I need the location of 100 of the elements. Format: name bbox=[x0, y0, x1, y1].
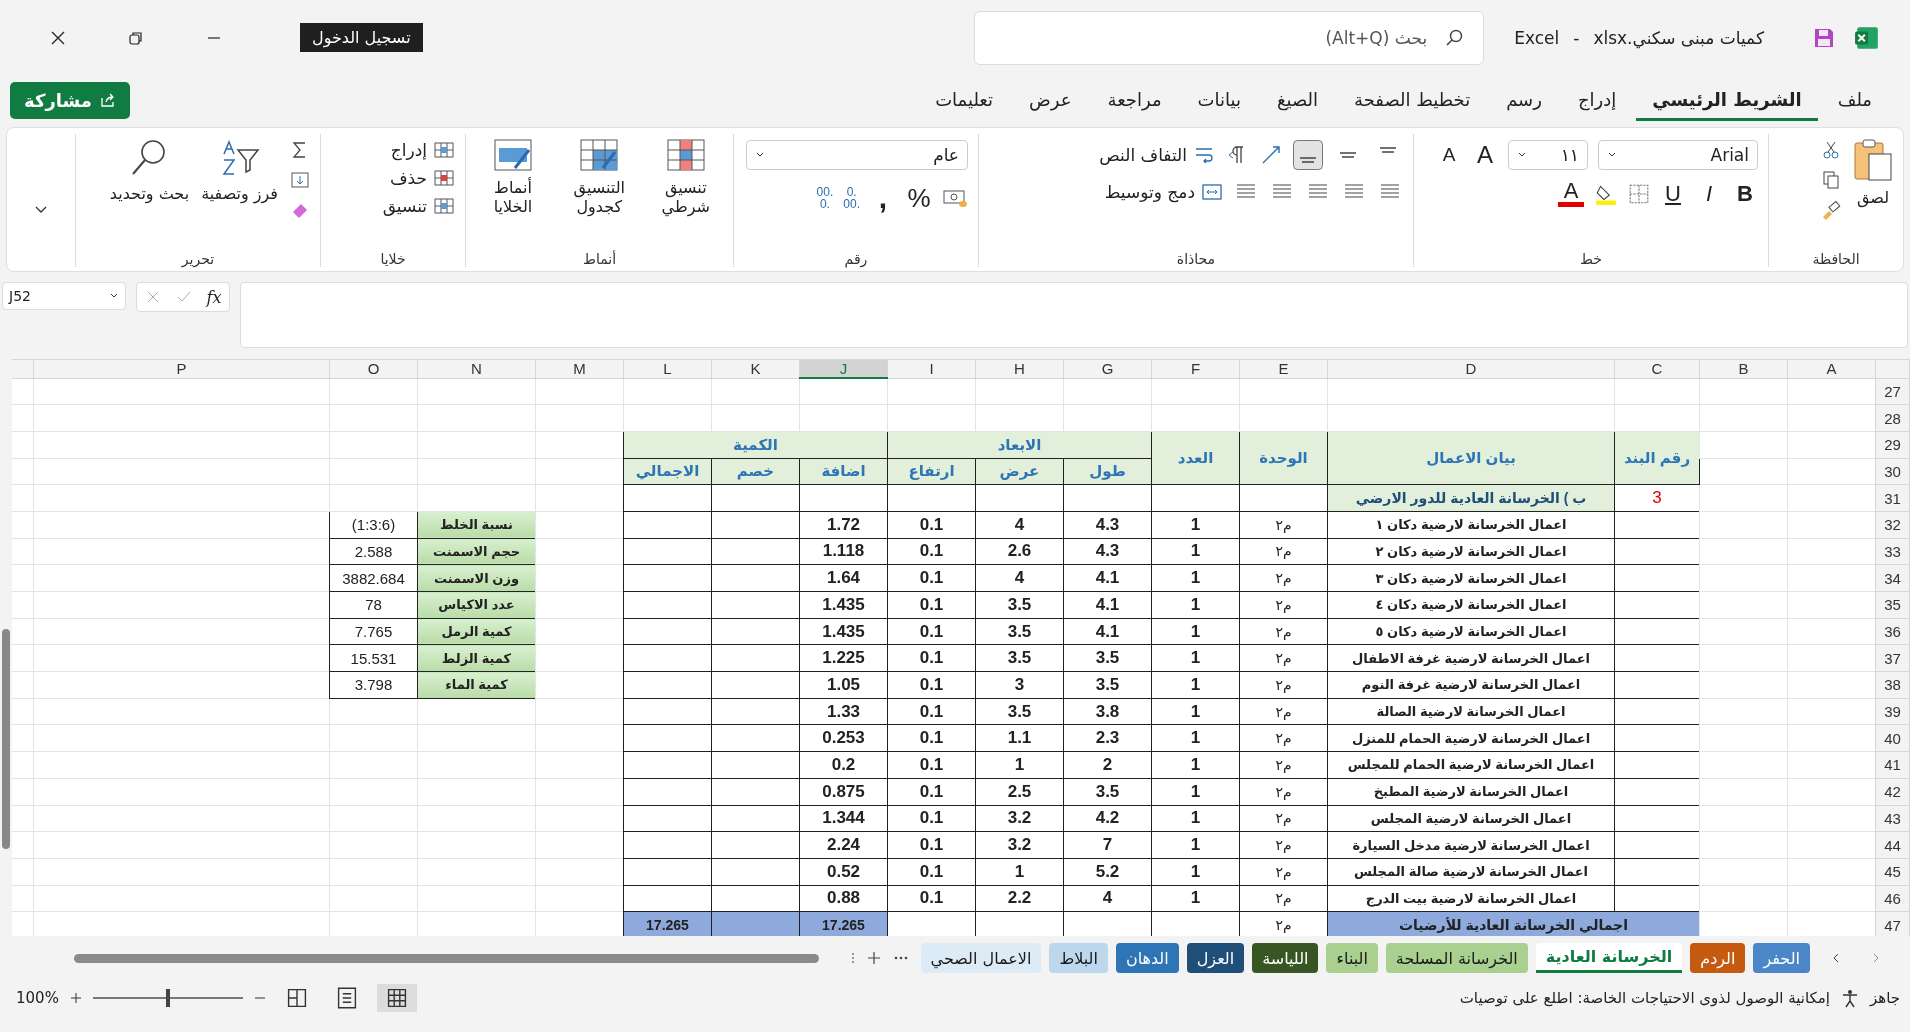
borders-icon[interactable] bbox=[1628, 182, 1650, 205]
row-number[interactable]: 29 bbox=[1875, 431, 1910, 459]
paste-button[interactable]: لصق bbox=[1853, 134, 1893, 208]
font-color-button[interactable]: A bbox=[1558, 180, 1584, 207]
sheet-tab[interactable]: الحفر bbox=[1753, 943, 1810, 973]
font-size-field[interactable]: ١١ bbox=[1508, 140, 1588, 170]
scroll-thumb[interactable] bbox=[74, 954, 819, 963]
column-header[interactable]: P bbox=[33, 359, 330, 378]
conditional-formatting-button[interactable]: تنسيق شرطي bbox=[648, 134, 723, 217]
underline-button[interactable]: U bbox=[1660, 180, 1686, 207]
ribbon-tab[interactable]: ملف bbox=[1821, 79, 1888, 121]
sign-in-button[interactable]: تسجيل الدخول bbox=[300, 23, 423, 52]
scissors-icon[interactable] bbox=[1821, 140, 1841, 160]
comma-style-button[interactable]: , bbox=[870, 180, 896, 216]
increase-decimal-button[interactable]: .0 .00 bbox=[843, 186, 860, 210]
grow-font-button[interactable]: A bbox=[1472, 141, 1498, 169]
paintbrush-icon[interactable] bbox=[1821, 200, 1841, 220]
column-header[interactable]: O bbox=[329, 359, 418, 378]
more-icon[interactable] bbox=[892, 955, 909, 961]
zoom-in-icon[interactable] bbox=[68, 991, 83, 1005]
column-header[interactable]: D bbox=[1327, 359, 1615, 378]
format-button[interactable]: تنسيق bbox=[382, 196, 455, 216]
close-icon[interactable] bbox=[50, 29, 66, 46]
sheet-tab[interactable]: الاعمال الصحي bbox=[920, 943, 1042, 973]
row-number[interactable]: 27 bbox=[1875, 378, 1910, 405]
row-number[interactable]: 30 bbox=[1875, 458, 1910, 485]
percent-button[interactable]: % bbox=[906, 182, 932, 214]
decrease-decimal-button[interactable]: .00 .0 bbox=[816, 186, 834, 210]
column-header[interactable]: I bbox=[887, 359, 976, 378]
ribbon-tab[interactable]: بيانات bbox=[1181, 79, 1257, 121]
search-field[interactable]: بحث (Alt+Q) bbox=[974, 10, 1485, 65]
row-number[interactable]: 32 bbox=[1875, 511, 1910, 539]
row-number[interactable]: 47 bbox=[1875, 911, 1910, 936]
copy-icon[interactable] bbox=[1821, 170, 1841, 190]
column-header[interactable]: E bbox=[1239, 359, 1328, 378]
row-number[interactable]: 28 bbox=[1875, 404, 1910, 432]
row-number[interactable]: 40 bbox=[1875, 724, 1910, 752]
merge-center-button[interactable]: دمج وتوسيط bbox=[1104, 181, 1223, 203]
splitter-icon[interactable] bbox=[850, 951, 855, 965]
name-box[interactable]: J52 bbox=[2, 282, 126, 310]
italic-button[interactable]: I bbox=[1696, 180, 1722, 207]
column-header[interactable]: M bbox=[535, 359, 624, 378]
add-sheet-icon[interactable] bbox=[866, 951, 881, 965]
bold-button[interactable]: B bbox=[1732, 180, 1758, 207]
ribbon-tab[interactable]: الشريط الرئيسي bbox=[1636, 79, 1818, 121]
zoom-level[interactable]: 100% bbox=[16, 989, 59, 1007]
sheet-tab[interactable]: الخرسانة المسلحة bbox=[1385, 943, 1528, 973]
column-header[interactable]: N bbox=[417, 359, 536, 378]
ribbon-tab[interactable]: الصيغ bbox=[1260, 79, 1335, 121]
fill-down-icon[interactable] bbox=[290, 170, 310, 190]
row-number[interactable]: 46 bbox=[1875, 885, 1910, 912]
shrink-font-button[interactable]: A bbox=[1436, 144, 1462, 166]
normal-view-icon[interactable] bbox=[376, 984, 417, 1012]
column-header[interactable]: G bbox=[1063, 359, 1152, 378]
slider-thumb[interactable] bbox=[165, 989, 170, 1007]
ribbon-tab[interactable]: رسم bbox=[1490, 79, 1558, 121]
row-number[interactable]: 39 bbox=[1875, 698, 1910, 725]
column-header[interactable]: J bbox=[799, 359, 888, 378]
sheet-tab[interactable]: البلاط bbox=[1049, 943, 1108, 973]
sort-filter-button[interactable]: فرز وتصفية bbox=[201, 134, 278, 204]
column-header[interactable]: H bbox=[975, 359, 1064, 378]
column-header[interactable]: K bbox=[711, 359, 800, 378]
row-number[interactable]: 35 bbox=[1875, 591, 1910, 619]
sheet-tab[interactable]: الردم bbox=[1690, 943, 1746, 973]
restore-icon[interactable] bbox=[128, 29, 144, 46]
row-number[interactable]: 33 bbox=[1875, 538, 1910, 565]
column-header[interactable]: L bbox=[623, 359, 712, 378]
scroll-thumb[interactable] bbox=[2, 629, 10, 849]
column-header[interactable]: B bbox=[1699, 359, 1788, 378]
font-name-field[interactable]: Arial bbox=[1598, 140, 1758, 170]
row-number[interactable]: 42 bbox=[1875, 778, 1910, 805]
column-header[interactable]: C bbox=[1614, 359, 1700, 378]
sheet-tab[interactable]: العزل bbox=[1186, 943, 1245, 973]
row-number[interactable]: 43 bbox=[1875, 805, 1910, 832]
row-number[interactable]: 37 bbox=[1875, 644, 1910, 672]
formula-field[interactable] bbox=[240, 282, 1908, 348]
format-as-table-button[interactable]: التنسيق كجدول bbox=[562, 134, 637, 217]
find-select-button[interactable]: بحث وتحديد bbox=[109, 134, 190, 204]
number-format-field[interactable]: عام bbox=[746, 140, 968, 170]
delete-button[interactable]: حذف bbox=[389, 168, 455, 188]
sheet-tab[interactable]: اللياسة bbox=[1252, 943, 1319, 973]
ribbon-tab[interactable]: تعليمات bbox=[919, 79, 1010, 121]
insert-button[interactable]: إدراج bbox=[390, 140, 455, 160]
ribbon-tab[interactable]: إدراج bbox=[1561, 79, 1633, 121]
ribbon-tab[interactable]: عرض bbox=[1013, 79, 1088, 121]
share-button[interactable]: مشاركة bbox=[10, 81, 130, 119]
row-number[interactable]: 44 bbox=[1875, 831, 1910, 859]
column-header[interactable]: F bbox=[1151, 359, 1240, 378]
cell-styles-button[interactable]: أنماط الخلايا bbox=[476, 134, 550, 217]
sheet-tab[interactable]: البناء bbox=[1326, 943, 1378, 973]
wrap-text-button[interactable]: التفاف النص bbox=[1099, 144, 1215, 166]
insert-function-button[interactable]: fx bbox=[206, 287, 222, 307]
row-number[interactable]: 41 bbox=[1875, 751, 1910, 779]
row-number[interactable]: 31 bbox=[1875, 484, 1910, 512]
align-bottom-icon[interactable] bbox=[1293, 140, 1323, 170]
row-number[interactable]: 38 bbox=[1875, 671, 1910, 699]
row-number[interactable]: 45 bbox=[1875, 858, 1910, 886]
ribbon-tab[interactable]: مراجعة bbox=[1091, 79, 1178, 121]
column-header[interactable]: A bbox=[1787, 359, 1876, 378]
ribbon-tab[interactable]: تخطيط الصفحة bbox=[1338, 79, 1487, 121]
